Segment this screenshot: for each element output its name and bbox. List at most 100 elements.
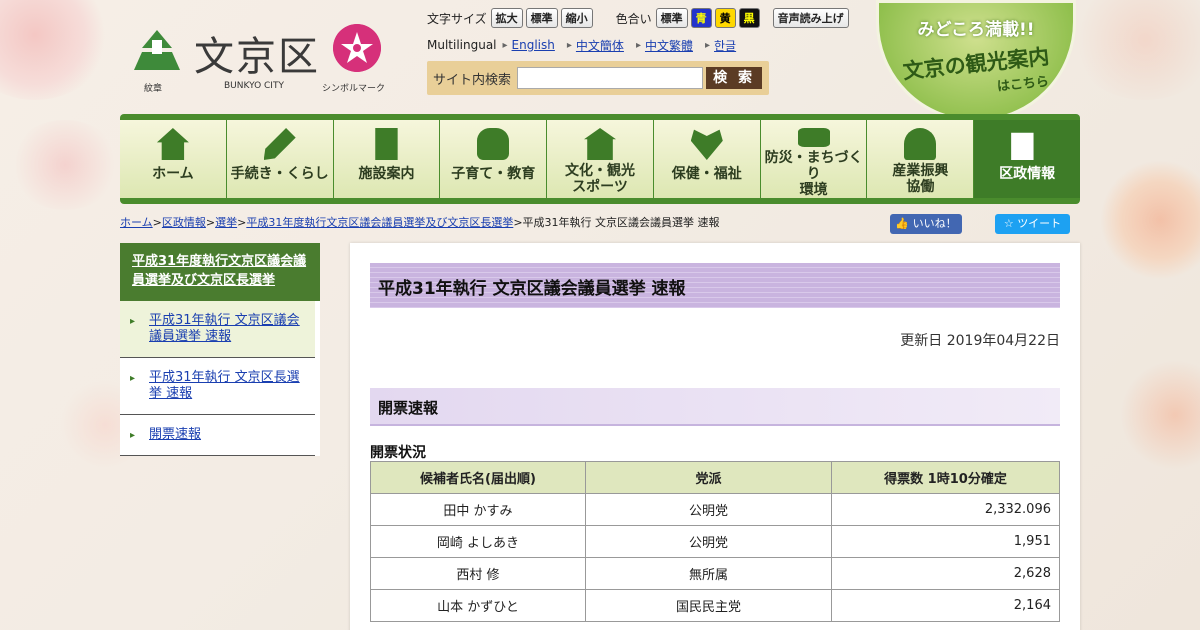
handshake-icon xyxy=(904,128,937,160)
candidate-name: 岡崎 よしあき xyxy=(370,525,586,558)
vote-count: 2,628 xyxy=(831,557,1060,590)
tweet-button[interactable]: ☆ ツイート xyxy=(995,214,1070,234)
nav-item-culture[interactable]: 文化・観光 スポーツ xyxy=(547,120,654,198)
table-row: 田中 かすみ 公明党 2,332.096 xyxy=(370,493,1060,526)
arrow-right-icon: ▸ xyxy=(704,39,711,51)
flower-decoration xyxy=(10,120,120,210)
candidate-name: 田中 かすみ xyxy=(370,493,586,526)
sidebar-item-council-election[interactable]: ▸ 平成31年執行 文京区議会議員選挙 速報 xyxy=(120,301,315,358)
search-button[interactable]: 検 索 xyxy=(706,67,763,89)
like-label: いいね！ xyxy=(912,217,957,230)
sidebar-item-counting[interactable]: ▸ 開票速報 xyxy=(120,415,315,456)
sidebar-item-mayor-election[interactable]: ▸ 平成31年執行 文京区長選挙 速報 xyxy=(120,358,315,415)
sidebar-item-label[interactable]: 平成31年執行 文京区長選挙 速報 xyxy=(149,370,300,401)
color-black-button[interactable]: 黒 xyxy=(738,8,760,28)
flower-decoration xyxy=(1070,0,1200,100)
nav-item-home[interactable]: ホーム xyxy=(120,120,227,198)
font-larger-button[interactable]: 拡大 xyxy=(490,8,523,28)
backpack-icon xyxy=(477,128,510,160)
twitter-bird-icon: ☆ xyxy=(1003,217,1014,230)
color-label: 色合い xyxy=(615,11,652,26)
arrow-right-icon: ▸ xyxy=(130,373,136,384)
nav-label: 産業振興 協働 xyxy=(892,163,949,195)
building-icon xyxy=(375,128,398,160)
logo-text: 文京区 xyxy=(194,34,320,80)
vote-count: 1,951 xyxy=(831,525,1060,558)
sidebar: 平成31年度執行文京区議会議員選挙及び文京区長選挙 ▸ 平成31年執行 文京区議会… xyxy=(120,243,320,456)
emergency-kit-icon xyxy=(797,128,830,147)
results-table: 候補者氏名(届出順) 党派 得票数 1時10分確定 田中 かすみ 公明党 2,3… xyxy=(370,461,1060,622)
nav-item-health[interactable]: 保健・福祉 xyxy=(653,120,761,198)
color-standard-button[interactable]: 標準 xyxy=(655,8,688,28)
tourism-banner[interactable]: みどころ満載!! 文京の観光案内 はこちら xyxy=(876,0,1076,122)
facebook-like-button[interactable]: 👍 いいね！ xyxy=(890,214,962,234)
sidebar-heading[interactable]: 平成31年度執行文京区議会議員選挙及び文京区長選挙 xyxy=(120,243,320,301)
nav-label: 手続き・くらし xyxy=(230,166,329,182)
sidebar-item-label[interactable]: 開票速報 xyxy=(149,427,201,442)
vote-count: 2,164 xyxy=(831,589,1060,622)
sidebar-item-label[interactable]: 平成31年執行 文京区議会議員選挙 速報 xyxy=(149,313,300,344)
lang-english-link[interactable]: English xyxy=(512,38,555,52)
heart-hands-icon xyxy=(690,129,723,160)
accessibility-tools: 文字サイズ 拡大 標準 縮小 色合い 標準 青 黄 黒 音声読み上げ Multi… xyxy=(427,8,877,56)
breadcrumb-link[interactable]: ホーム xyxy=(120,216,153,229)
search-input[interactable] xyxy=(517,67,704,89)
breadcrumb-current: 平成31年執行 文京区議会議員選挙 速報 xyxy=(522,216,720,229)
breadcrumb-link[interactable]: 区政情報 xyxy=(162,216,206,229)
font-smaller-button[interactable]: 縮小 xyxy=(560,8,593,28)
font-standard-button[interactable]: 標準 xyxy=(525,8,558,28)
global-nav: ホーム 手続き・くらし 施設案内 子育て・教育 文化・観光 スポーツ 保健・福祉… xyxy=(120,114,1081,204)
arrow-right-icon: ▸ xyxy=(130,430,136,441)
read-aloud-button[interactable]: 音声読み上げ xyxy=(772,8,849,28)
document-icon xyxy=(1011,132,1034,160)
nav-label: 文化・観光 スポーツ xyxy=(565,163,636,195)
arrow-right-icon: ▸ xyxy=(566,39,572,51)
table-header-row: 候補者氏名(届出順) 党派 得票数 1時10分確定 xyxy=(370,461,1060,494)
nav-label: 防災・まちづくり 環境 xyxy=(764,150,863,198)
page-title: 平成31年執行 文京区議会議員選挙 速報 xyxy=(370,263,1060,308)
arrow-right-icon: ▸ xyxy=(130,316,136,327)
nav-item-childcare[interactable]: 子育て・教育 xyxy=(440,120,548,198)
site-search: サイト内検索 検 索 xyxy=(427,61,769,95)
vote-count: 2,332.096 xyxy=(831,493,1060,526)
nav-item-government[interactable]: 区政情報 xyxy=(974,120,1081,198)
thumbs-up-icon: 👍 xyxy=(895,217,910,230)
party: 公明党 xyxy=(585,493,832,526)
tweet-label: ツイート xyxy=(1017,217,1062,230)
table-row: 山本 かずひと 国民民主党 2,164 xyxy=(370,589,1060,622)
arrow-right-icon: ▸ xyxy=(502,39,508,51)
table-row: 岡崎 よしあき 公明党 1,951 xyxy=(370,525,1060,558)
logo-caption-city: BUNKYO CITY xyxy=(224,81,284,91)
nav-item-facilities[interactable]: 施設案内 xyxy=(333,120,441,198)
party: 無所属 xyxy=(585,557,832,590)
nav-item-industry[interactable]: 産業振興 協働 xyxy=(867,120,975,198)
lang-chinese-simplified-link[interactable]: 中文簡体 xyxy=(576,37,624,54)
house-icon xyxy=(156,128,189,160)
nav-item-disaster[interactable]: 防災・まちづくり 環境 xyxy=(760,120,868,198)
arrow-right-icon: ▸ xyxy=(635,39,641,51)
color-blue-button[interactable]: 青 xyxy=(690,8,712,28)
nav-label: 子育て・教育 xyxy=(451,166,536,182)
logo-caption-crest: 紋章 xyxy=(144,84,163,94)
color-yellow-button[interactable]: 黄 xyxy=(714,8,736,28)
font-size-label: 文字サイズ xyxy=(427,11,487,26)
lang-chinese-traditional-link[interactable]: 中文繁體 xyxy=(645,37,693,54)
symbol-mark-icon xyxy=(333,24,381,72)
nav-label: ホーム xyxy=(152,166,194,182)
temple-icon xyxy=(584,128,617,160)
subsection-title: 開票状況 xyxy=(370,445,426,461)
column-header: 党派 xyxy=(585,461,832,494)
candidate-name: 山本 かずひと xyxy=(370,589,586,622)
breadcrumb-link[interactable]: 選挙 xyxy=(215,216,237,229)
breadcrumb-link[interactable]: 平成31年度執行文京区議会議員選挙及び文京区長選挙 xyxy=(246,216,513,229)
search-label: サイト内検索 xyxy=(433,72,512,88)
lang-korean-link[interactable]: 한글 xyxy=(714,37,736,54)
main-content: 平成31年執行 文京区議会議員選挙 速報 更新日 2019年04月22日 開票速… xyxy=(350,243,1080,630)
nav-label: 保健・福祉 xyxy=(671,166,742,182)
site-logo[interactable]: 文京区 紋章 BUNKYO CITY シンボルマーク xyxy=(130,24,400,94)
nav-item-procedures[interactable]: 手続き・くらし xyxy=(226,120,334,198)
flower-decoration xyxy=(1100,160,1200,280)
nav-label: 区政情報 xyxy=(999,166,1056,182)
table-row: 西村 修 無所属 2,628 xyxy=(370,557,1060,590)
candidate-name: 西村 修 xyxy=(370,557,586,590)
